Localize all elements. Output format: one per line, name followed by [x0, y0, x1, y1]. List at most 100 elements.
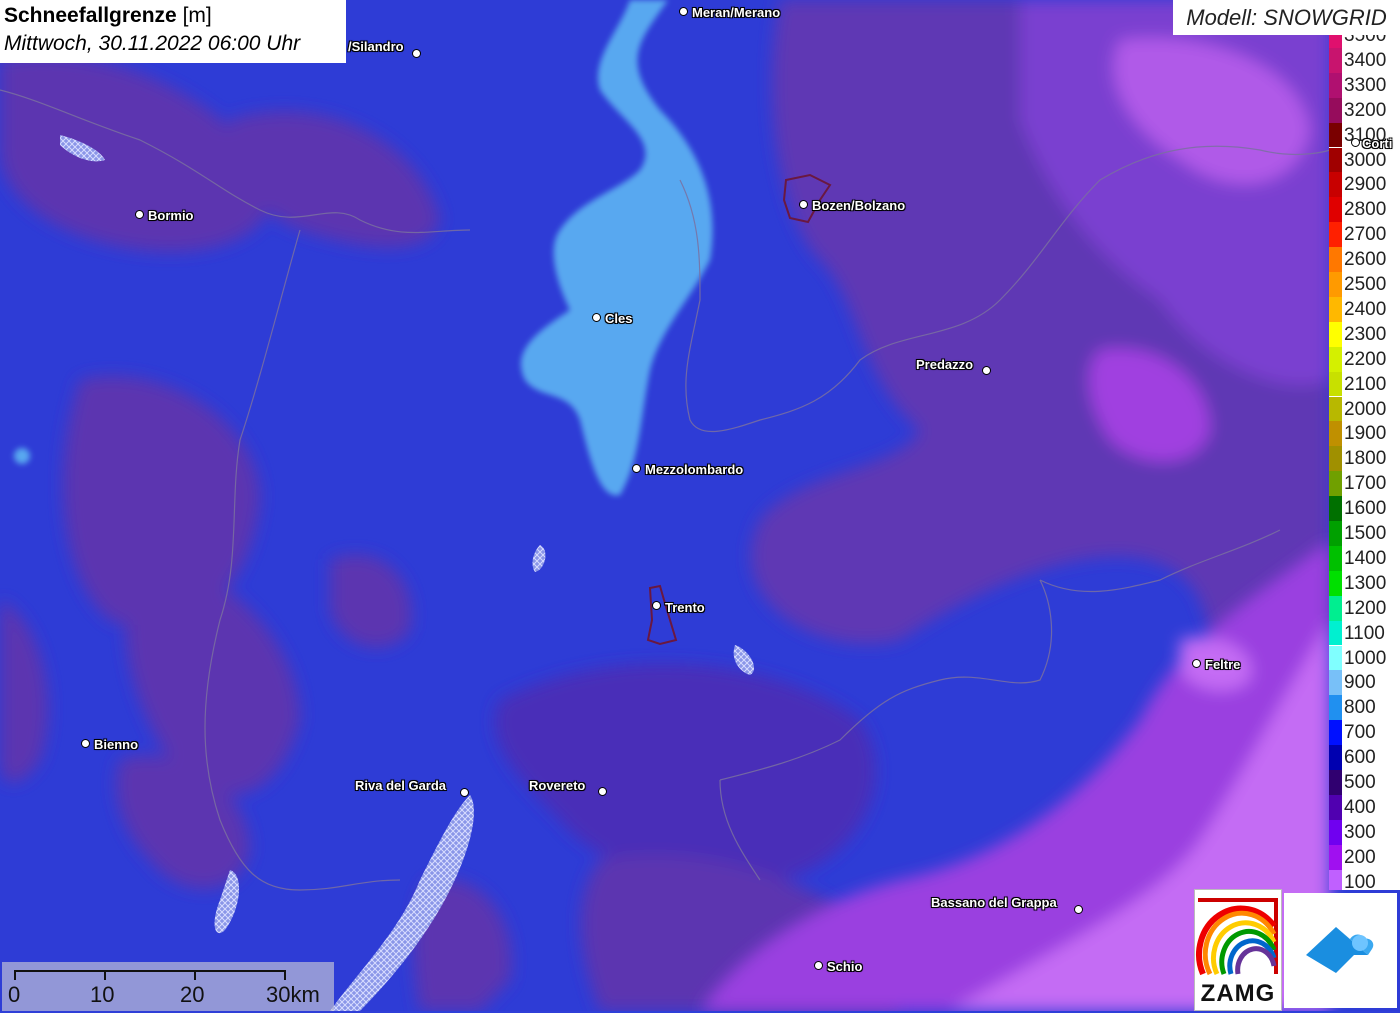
legend-label: 600: [1344, 747, 1376, 769]
legend-swatch: [1329, 869, 1342, 890]
legend-label: 1800: [1344, 448, 1387, 470]
legend-label: 2500: [1344, 274, 1387, 295]
city-marker[interactable]: [135, 210, 144, 219]
city-marker[interactable]: [592, 313, 601, 322]
legend-label: 1000: [1344, 647, 1387, 669]
legend-label: 200: [1344, 846, 1376, 868]
legend-swatch: [1329, 446, 1342, 472]
legend-item: 1800: [1329, 446, 1400, 472]
legend-swatch: [1329, 47, 1342, 73]
map-title: Schneefallgrenze [m]: [4, 2, 346, 30]
legend-item: 2600: [1329, 247, 1400, 272]
city-marker[interactable]: [799, 200, 808, 209]
legend-swatch: [1329, 197, 1342, 223]
city-label: Meran/Merano: [692, 5, 781, 20]
legend-label: 2800: [1344, 199, 1387, 221]
title-main: Schneefallgrenze: [4, 4, 177, 27]
legend-swatch: [1329, 695, 1342, 721]
city-label: Mezzolombardo: [645, 462, 744, 477]
city-marker[interactable]: [412, 49, 421, 58]
legend-swatch: [1329, 421, 1342, 447]
legend-item: 500: [1329, 770, 1400, 795]
legend-swatch: [1329, 745, 1342, 770]
legend-item: 1600: [1329, 496, 1400, 521]
legend-label: 3200: [1344, 99, 1387, 121]
city-marker[interactable]: [814, 961, 823, 970]
legend-swatch: [1329, 321, 1342, 347]
legend-item: 3000: [1329, 147, 1400, 173]
legend-swatch: [1329, 122, 1342, 148]
scale-label-0: 0: [8, 982, 21, 1007]
legend-item: 1200: [1329, 595, 1400, 621]
map-title-box: Schneefallgrenze [m] Mittwoch, 30.11.202…: [0, 0, 346, 63]
legend-item: 900: [1329, 670, 1400, 696]
legend-label: 1900: [1344, 423, 1387, 445]
city-marker[interactable]: [982, 366, 991, 375]
legend-swatch: [1329, 247, 1342, 272]
legend-item: 2200: [1329, 346, 1400, 372]
legend-swatch: [1329, 72, 1342, 98]
legend-swatch: [1329, 496, 1342, 521]
city-marker[interactable]: [81, 739, 90, 748]
legend-item: 100: [1329, 869, 1400, 890]
legend-label: 2300: [1344, 323, 1387, 345]
model-label: Modell: SNOWGRID: [1173, 0, 1400, 35]
zamg-logo[interactable]: ZAMG: [1194, 889, 1282, 1011]
scale-label-10: 10: [90, 982, 115, 1007]
city-label: Rovereto: [529, 778, 586, 793]
legend-swatch: [1329, 570, 1342, 596]
legend-swatch: [1329, 396, 1342, 422]
legend-item: 2400: [1329, 296, 1400, 322]
legend-swatch: [1329, 346, 1342, 372]
city-marker[interactable]: [652, 601, 661, 610]
snowfall-map[interactable]: [0, 0, 1400, 1011]
city-label: Cles: [605, 311, 633, 326]
legend-label: 3500: [1344, 35, 1387, 46]
city-marker[interactable]: [1074, 905, 1083, 914]
legend-swatch: [1329, 645, 1342, 671]
legend-label: 400: [1344, 796, 1376, 818]
legend-item: 1100: [1329, 620, 1400, 646]
legend-label: 100: [1344, 871, 1376, 890]
legend-label: 2600: [1344, 249, 1387, 271]
legend-item: 2100: [1329, 371, 1400, 397]
legend-label: 1600: [1344, 498, 1387, 520]
legend-label: 3400: [1344, 49, 1387, 71]
legend-swatch: [1329, 720, 1342, 746]
legend-item: 2000: [1329, 396, 1400, 422]
city-marker[interactable]: [679, 7, 688, 16]
scale-label-20: 20: [180, 982, 205, 1007]
legend-item: 1500: [1329, 521, 1400, 546]
legend-label: 1400: [1344, 547, 1387, 569]
city-label: Feltre: [1205, 657, 1241, 672]
legend-label: 900: [1344, 672, 1376, 694]
legend-swatch: [1329, 770, 1342, 795]
city-label: Corti: [1362, 136, 1393, 151]
zamg-logo-text: ZAMG: [1200, 980, 1276, 1007]
color-legend: 3500 3400 3300 3200 3100 3000 2900 2800 2700 2600…: [1329, 35, 1400, 890]
title-unit: [m]: [182, 4, 212, 27]
legend-item: 2500: [1329, 272, 1400, 297]
legend-item: 400: [1329, 794, 1400, 820]
legend-swatch: [1329, 595, 1342, 621]
city-label: Riva del Garda: [355, 778, 447, 793]
legend-item: 2700: [1329, 222, 1400, 248]
legend-item: 1300: [1329, 570, 1400, 596]
city-label: Bassano del Grappa: [931, 895, 1057, 910]
legend-label: 500: [1344, 772, 1376, 793]
legend-swatch: [1329, 844, 1342, 870]
legend-item: 1700: [1329, 471, 1400, 497]
legend-swatch: [1329, 35, 1342, 48]
city-marker[interactable]: [632, 464, 641, 473]
city-marker[interactable]: [1192, 659, 1201, 668]
city-label: Bormio: [148, 208, 194, 223]
legend-label: 300: [1344, 821, 1376, 843]
city-marker[interactable]: [1351, 138, 1360, 147]
app-logo[interactable]: [1284, 893, 1397, 1008]
legend-swatch: [1329, 794, 1342, 820]
legend-swatch: [1329, 272, 1342, 297]
city-marker[interactable]: [598, 787, 607, 796]
legend-label: 2000: [1344, 398, 1387, 420]
city-marker[interactable]: [460, 788, 469, 797]
scale-label-30km: 30km: [266, 982, 320, 1007]
